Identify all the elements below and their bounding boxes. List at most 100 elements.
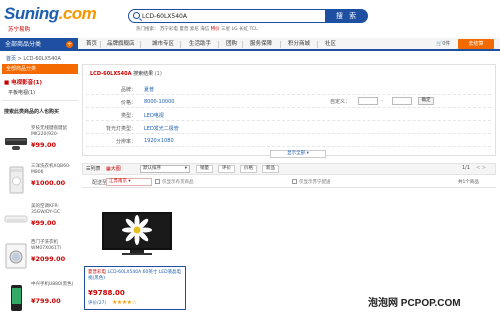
sidebar-divider — [2, 100, 78, 101]
also-bought-name[interactable]: 罗技无线键盘键鼠MK220(920- — [31, 126, 79, 138]
view-list-toggle[interactable]: ☰列表 — [86, 165, 101, 173]
also-bought-item[interactable]: 中兴手机U880(黑色) ¥799.00 — [4, 282, 78, 313]
breadcrumb: 首页 > LCD-60LX540A — [6, 55, 61, 62]
nav-item-brand-stores[interactable]: 品牌旗舰店 — [107, 38, 135, 51]
filter-label: 背光灯类型： — [106, 126, 137, 132]
sort-by-reviews[interactable]: 评价 — [218, 165, 235, 173]
washer-thumbnail[interactable] — [4, 166, 28, 194]
price-confirm-button[interactable]: 确定 — [418, 97, 434, 105]
sort-by-price[interactable]: 价格 — [240, 165, 257, 173]
filter-value[interactable]: LED发光二极管 — [144, 125, 179, 132]
nav-separator — [100, 41, 101, 48]
hot-word-highlight[interactable]: 特价 — [211, 27, 220, 32]
nav-separator — [180, 41, 181, 48]
filter-value[interactable]: LED电视 — [144, 112, 164, 119]
also-bought-price: ¥799.00 — [31, 297, 61, 305]
filter-value[interactable]: 1920×1080 — [144, 138, 174, 144]
product-brand[interactable]: 夏普彩电 — [88, 270, 106, 275]
nav-separator — [242, 41, 243, 48]
expand-plus-icon: + — [66, 41, 73, 48]
filter-label: 品牌： — [120, 87, 136, 93]
in-stock-label: 仅显示有货商品 — [162, 180, 194, 185]
also-bought-name[interactable]: 三洋洗衣机XQB60-M806 — [31, 164, 79, 176]
page-indicator: 1/1 — [462, 165, 471, 171]
product-name[interactable]: 夏普彩电 LCD-60LX540A 60英寸 LED液晶电视(黑色) — [88, 270, 184, 282]
filter-value[interactable]: 夏普 — [144, 86, 154, 93]
filter-value[interactable]: 8000-10000 — [144, 99, 174, 105]
search-result-count: (1) — [154, 71, 162, 77]
front-loader-thumbnail[interactable] — [4, 242, 28, 270]
cart-count[interactable]: 🛒0件 — [436, 38, 450, 51]
sidebar-subcategory[interactable]: 平板电视(1) — [8, 89, 35, 96]
nav-item-life-helper[interactable]: 生活助手 — [189, 38, 211, 51]
search-result-heading: LCD-60LX540A 搜索结果 (1) — [90, 70, 162, 77]
breadcrumb-home[interactable]: 首页 — [6, 56, 16, 62]
hot-word-link[interactable]: 长虹 — [239, 27, 248, 32]
also-bought-item[interactable]: 美的空调KFR-35GW/DY-GC ¥99.00 — [4, 204, 78, 240]
watermark-text: 泡泡网 PCPOP.COM — [368, 298, 461, 309]
sort-by-sales[interactable]: 销量 — [196, 165, 213, 173]
also-bought-price: ¥99.00 — [31, 219, 57, 227]
nav-item-home[interactable]: 首页 — [86, 38, 97, 51]
search-input[interactable] — [142, 11, 322, 21]
hot-word-link[interactable]: LG — [232, 27, 238, 32]
price-range-label: 自定义： — [330, 99, 351, 105]
price-max-input[interactable] — [392, 97, 412, 105]
search-box[interactable] — [128, 9, 326, 23]
also-bought-price: ¥2099.00 — [31, 255, 66, 263]
chevron-down-icon: ▾ — [184, 166, 187, 171]
also-bought-item[interactable]: 西门子洗衣机WM07X061TI ¥2099.00 — [4, 240, 78, 276]
nav-item-points-mall[interactable]: 积分商城 — [288, 38, 310, 51]
product-reviews-link[interactable]: 评价(27) — [88, 300, 106, 306]
phone-thumbnail[interactable] — [4, 284, 28, 312]
sort-select[interactable]: 默认排序 ▾ — [140, 165, 190, 173]
in-stock-checkbox[interactable] — [155, 179, 160, 184]
nav-separator — [317, 41, 318, 48]
air-conditioner-thumbnail[interactable] — [4, 206, 28, 234]
also-bought-name[interactable]: 西门子洗衣机WM07X061TI — [31, 240, 79, 252]
total-products: 共1个商品 — [458, 180, 479, 185]
suning-delivery-checkbox[interactable] — [292, 179, 297, 184]
sidebar-category[interactable]: ■ 电视影音(1) — [4, 78, 42, 86]
checkout-button[interactable]: 去结算 — [458, 39, 494, 49]
price-range-dash: - — [381, 98, 383, 104]
hot-word-link[interactable]: 夏普 — [179, 27, 188, 32]
search-button[interactable]: 搜 索 — [326, 9, 368, 23]
price-min-input[interactable] — [358, 97, 378, 105]
view-grid-toggle[interactable]: ▦大图 — [106, 165, 121, 173]
hot-word-link[interactable]: TCL — [249, 27, 257, 32]
page-nav-arrows[interactable]: < > — [476, 165, 486, 171]
all-categories-button[interactable]: 全部商品分类 + — [0, 38, 78, 51]
breadcrumb-current: LCD-60LX540A — [23, 56, 61, 62]
nav-item-group-buy[interactable]: 团购 — [226, 38, 237, 51]
also-bought-name[interactable]: 美的空调KFR-35GW/DY-GC — [31, 204, 79, 216]
filter-divider — [86, 94, 491, 95]
product-price: ¥9788.00 — [88, 289, 125, 297]
sidebar-header: 全部商品分类 — [2, 64, 78, 74]
sort-by-new[interactable]: 新品 — [262, 165, 279, 173]
nav-item-city-zone[interactable]: 城市专区 — [152, 38, 174, 51]
hot-word-link[interactable]: 索尼 — [190, 27, 199, 32]
filter-divider — [86, 107, 491, 108]
nav-separator — [140, 41, 141, 48]
filter-label: 类型： — [120, 113, 136, 119]
nav-item-community[interactable]: 社区 — [325, 38, 336, 51]
logo-subtitle: 苏宁易购 — [8, 27, 31, 33]
hot-word-link[interactable]: 海信 — [200, 27, 209, 32]
also-bought-item[interactable]: 罗技无线键盘键鼠MK220(920- ¥99.00 — [4, 126, 78, 162]
hot-word-link[interactable]: 三星 — [221, 27, 230, 32]
search-icon — [133, 12, 140, 19]
nav-item-service[interactable]: 服务保障 — [250, 38, 272, 51]
hot-words-label: 热门搜索： — [136, 27, 159, 32]
nav-separator — [280, 41, 281, 48]
hot-word-link[interactable]: 苏宁彩电 — [160, 27, 178, 32]
also-bought-item[interactable]: 三洋洗衣机XQB60-M806 ¥1000.00 — [4, 164, 78, 200]
also-bought-price: ¥99.00 — [31, 141, 57, 149]
keyboard-thumbnail[interactable] — [4, 128, 28, 156]
product-rating-stars: ★★★★☆ — [112, 299, 137, 306]
city-select[interactable]: 江苏南京 ▾ — [106, 178, 152, 186]
also-bought-name[interactable]: 中兴手机U880(黑色) — [31, 282, 79, 288]
more-options-button[interactable]: 显示全部 ▾ — [270, 150, 326, 158]
suning-logo[interactable]: Suning.com 苏宁易购 — [4, 4, 97, 34]
product-image-tv[interactable] — [100, 210, 174, 258]
